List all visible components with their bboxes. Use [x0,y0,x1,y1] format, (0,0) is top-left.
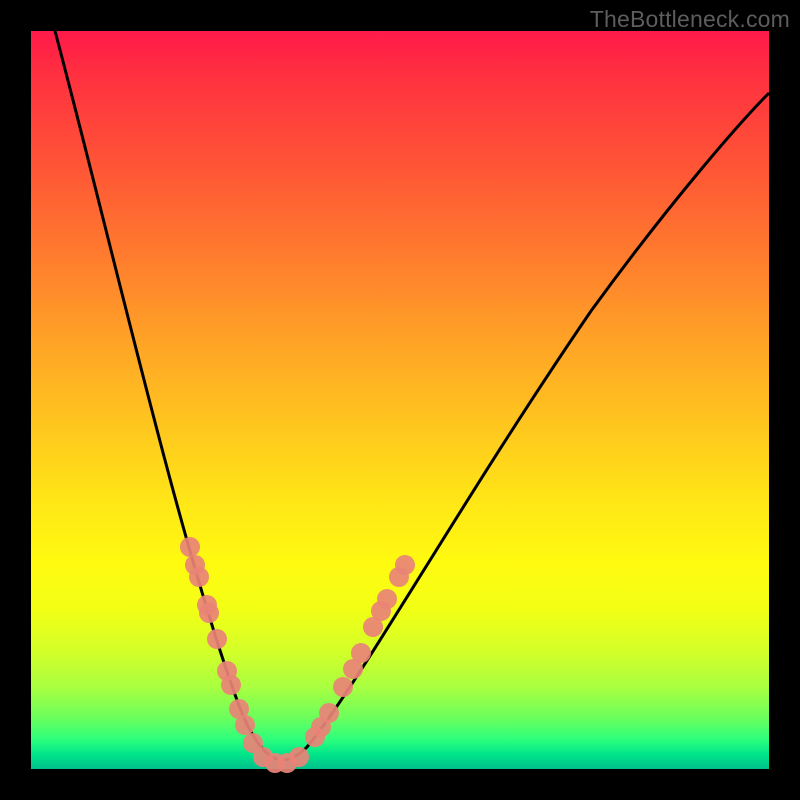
watermark-text: TheBottleneck.com [590,6,790,33]
data-dot [189,567,209,587]
data-dot [319,703,339,723]
chart-stage: TheBottleneck.com [0,0,800,800]
bottleneck-curve [31,31,769,769]
data-dot [180,537,200,557]
plot-area [31,31,769,769]
data-dot [199,603,219,623]
data-dot [351,643,371,663]
data-dot [289,747,309,767]
data-dots [180,537,415,773]
data-dot [377,589,397,609]
data-dot [235,715,255,735]
curve-path [55,31,769,760]
data-dot [221,675,241,695]
data-dot [333,677,353,697]
data-dot [395,555,415,575]
data-dot [207,629,227,649]
